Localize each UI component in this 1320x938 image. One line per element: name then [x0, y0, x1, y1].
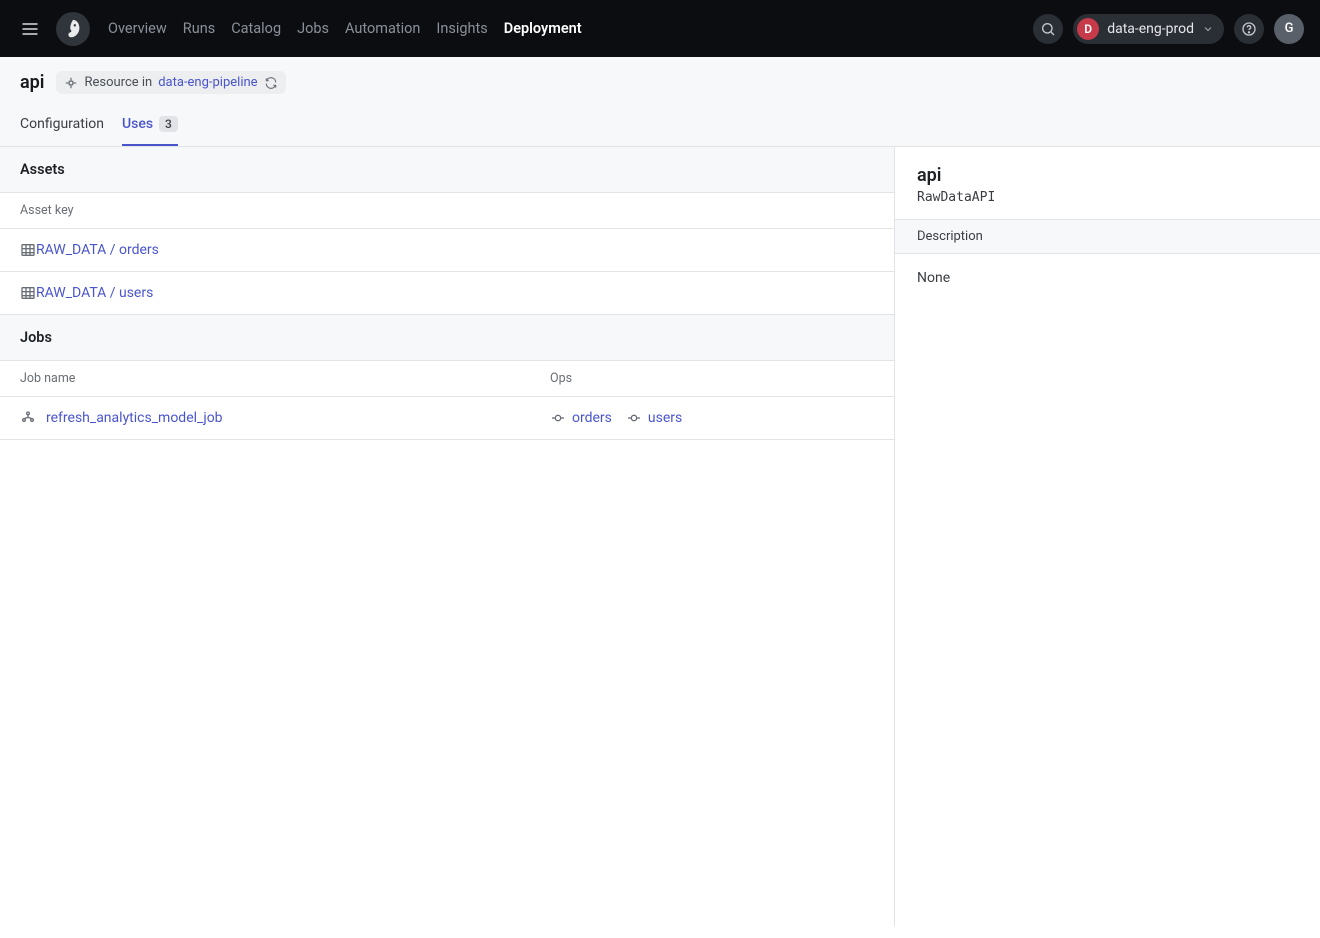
op-link[interactable]: orders [572, 410, 612, 426]
refresh-icon [264, 76, 278, 90]
jobs-col-name: Job name [20, 371, 550, 386]
chip-link[interactable]: data-eng-pipeline [158, 75, 257, 90]
detail-title: api [917, 165, 1298, 186]
page-title: api [20, 72, 44, 93]
detail-subtitle: RawDataAPI [917, 190, 1298, 205]
asset-link[interactable]: RAW_DATA / orders [36, 242, 159, 258]
topnav: Overview Runs Catalog Jobs Automation In… [0, 0, 1320, 57]
asset-row[interactable]: RAW_DATA / orders [0, 229, 894, 272]
hamburger-icon [20, 19, 40, 39]
nav-jobs[interactable]: Jobs [297, 20, 329, 37]
help-button[interactable] [1234, 14, 1264, 44]
resource-chip[interactable]: Resource in data-eng-pipeline [56, 71, 285, 94]
op-item[interactable]: users [626, 410, 682, 426]
jobs-col-ops: Ops [550, 371, 874, 386]
op-item[interactable]: orders [550, 410, 612, 426]
nav-insights[interactable]: Insights [436, 20, 487, 37]
right-pane: api RawDataAPI Description None [895, 147, 1320, 926]
deployment-name: data-eng-prod [1107, 21, 1194, 37]
assets-col-header: Asset key [0, 193, 894, 229]
logo-icon [62, 18, 84, 40]
left-pane: Assets Asset key RAW_DATA / orders RAW_D… [0, 147, 895, 926]
search-icon [1040, 21, 1056, 37]
detail-body: None [895, 254, 1320, 302]
nav-catalog[interactable]: Catalog [231, 20, 281, 37]
main: Assets Asset key RAW_DATA / orders RAW_D… [0, 147, 1320, 926]
tabs: Configuration Uses 3 [20, 106, 1300, 146]
deployment-badge: D [1077, 18, 1099, 40]
detail-header: api RawDataAPI [895, 147, 1320, 220]
asset-link[interactable]: RAW_DATA / users [36, 285, 153, 301]
table-icon [20, 285, 36, 301]
jobs-col-header: Job name Ops [0, 361, 894, 397]
search-button[interactable] [1033, 14, 1063, 44]
tab-uses[interactable]: Uses 3 [122, 106, 178, 146]
job-icon [20, 410, 36, 426]
tab-uses-label: Uses [122, 116, 153, 132]
op-icon [626, 410, 642, 426]
nav-overview[interactable]: Overview [108, 20, 167, 37]
assets-header: Assets [0, 147, 894, 193]
tab-uses-count: 3 [159, 116, 178, 132]
nav-automation[interactable]: Automation [345, 20, 420, 37]
help-icon [1241, 21, 1257, 37]
chip-prefix: Resource in [84, 75, 152, 90]
asset-row[interactable]: RAW_DATA / users [0, 272, 894, 315]
chevron-down-icon [1202, 23, 1214, 35]
op-link[interactable]: users [648, 410, 682, 426]
nav-runs[interactable]: Runs [183, 20, 215, 37]
menu-toggle[interactable] [16, 15, 44, 43]
assets-col-key: Asset key [20, 203, 74, 218]
op-icon [550, 410, 566, 426]
nav-links: Overview Runs Catalog Jobs Automation In… [108, 20, 582, 37]
job-row: refresh_analytics_model_job orders users [0, 397, 894, 440]
resource-icon [64, 76, 78, 90]
jobs-header: Jobs [0, 315, 894, 361]
job-link[interactable]: refresh_analytics_model_job [46, 410, 223, 426]
avatar[interactable]: G [1274, 14, 1304, 44]
tab-configuration[interactable]: Configuration [20, 106, 104, 146]
nav-deployment[interactable]: Deployment [504, 20, 582, 37]
logo[interactable] [56, 12, 90, 46]
deployment-selector[interactable]: D data-eng-prod [1073, 14, 1224, 44]
breadcrumb: api Resource in data-eng-pipeline [20, 71, 1300, 106]
detail-section-label: Description [895, 220, 1320, 254]
table-icon [20, 242, 36, 258]
tab-configuration-label: Configuration [20, 116, 104, 132]
nav-right: D data-eng-prod G [1033, 14, 1304, 44]
subheader: api Resource in data-eng-pipeline Config… [0, 57, 1320, 147]
